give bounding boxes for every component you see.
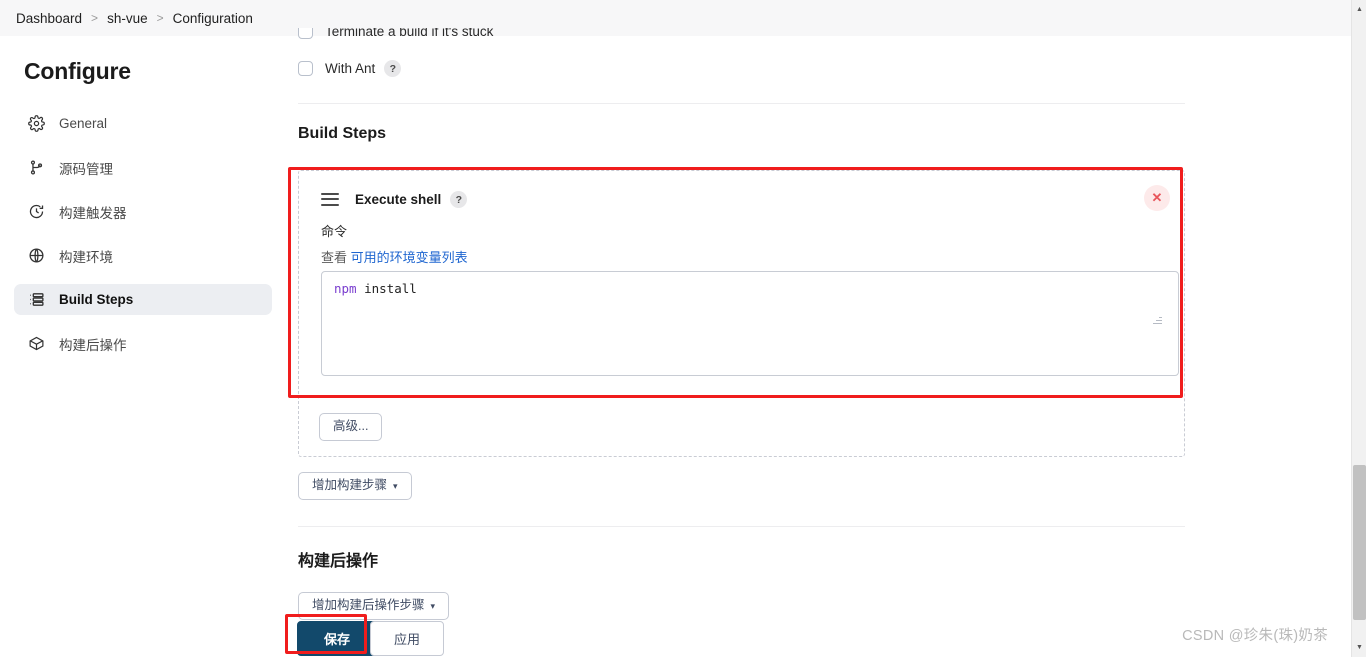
checkbox-with-ant[interactable]: With Ant ? — [298, 60, 402, 77]
post-build-heading: 构建后操作 — [298, 553, 379, 570]
sidebar: Configure General 源码管理 构建触发器 构建环境 Build … — [0, 36, 288, 657]
globe-icon — [26, 246, 46, 266]
page-title: Configure — [24, 58, 131, 84]
scroll-down-icon[interactable]: ▼ — [1352, 640, 1366, 655]
build-steps-panel: Execute shell ? ✕ 命令 查看 可用的环境变量列表 npm in… — [298, 170, 1185, 457]
add-build-step-label: 增加构建步骤 — [312, 478, 388, 492]
breadcrumb-separator: > — [156, 11, 164, 25]
env-vars-link[interactable]: 可用的环境变量列表 — [351, 250, 468, 265]
advanced-button[interactable]: 高级... — [319, 413, 383, 441]
sidebar-item-build-triggers[interactable]: 构建触发器 — [14, 196, 272, 227]
close-icon[interactable]: ✕ — [1144, 185, 1170, 211]
sidebar-nav: General 源码管理 构建触发器 构建环境 Build Steps 构建后操… — [14, 108, 272, 372]
env-vars-prefix: 查看 — [321, 250, 348, 265]
sidebar-item-label: 构建后操作 — [59, 337, 127, 353]
package-icon — [26, 334, 46, 354]
command-textarea[interactable]: npm install — [321, 271, 1179, 376]
breadcrumb-item-dashboard[interactable]: Dashboard — [16, 11, 82, 26]
breadcrumb-item-configuration[interactable]: Configuration — [173, 11, 253, 26]
chevron-down-icon: ▾ — [430, 601, 436, 611]
sidebar-item-general[interactable]: General — [14, 108, 272, 139]
branch-icon — [26, 158, 46, 178]
sidebar-item-post-build-actions[interactable]: 构建后操作 — [14, 328, 272, 359]
sidebar-item-label: 源码管理 — [59, 161, 113, 177]
add-post-build-step-label: 增加构建后操作步骤 — [312, 598, 425, 612]
clock-icon — [26, 202, 46, 222]
build-step-header: Execute shell ? — [321, 191, 468, 208]
sidebar-item-source-management[interactable]: 源码管理 — [14, 152, 272, 183]
build-step-execute-shell: Execute shell ? ✕ 命令 查看 可用的环境变量列表 npm in… — [309, 179, 1179, 386]
env-vars-line: 查看 可用的环境变量列表 — [321, 247, 468, 266]
add-post-build-step-button[interactable]: 增加构建后操作步骤 ▾ — [298, 592, 450, 620]
command-field-label: 命令 — [321, 224, 348, 239]
hamburger-icon[interactable] — [321, 193, 339, 206]
sidebar-item-label: Build Steps — [59, 292, 134, 307]
sidebar-item-build-environment[interactable]: 构建环境 — [14, 240, 272, 271]
scrollbar-thumb[interactable] — [1353, 465, 1366, 620]
command-keyword: npm — [334, 281, 357, 296]
checkbox-label: Terminate a build if it's stuck — [325, 28, 494, 39]
add-build-step-button[interactable]: 增加构建步骤 ▾ — [298, 472, 412, 500]
scrollbar-vertical[interactable]: ▲ ▼ — [1351, 0, 1366, 657]
chevron-down-icon: ▾ — [393, 481, 398, 491]
watermark: CSDN @珍朱(珠)奶茶 — [1182, 628, 1328, 644]
save-button[interactable]: 保存 — [297, 621, 378, 656]
help-icon[interactable]: ? — [450, 191, 468, 208]
list-icon — [26, 290, 46, 310]
gear-icon — [26, 114, 46, 134]
build-steps-heading: Build Steps — [298, 125, 387, 142]
breadcrumb-separator: > — [91, 11, 99, 25]
breadcrumb-item-project[interactable]: sh-vue — [107, 11, 148, 26]
sidebar-item-label: 构建环境 — [59, 249, 113, 265]
sidebar-item-label: General — [59, 116, 108, 131]
checkbox-terminate-stuck[interactable]: Terminate a build if it's stuck — [298, 28, 493, 39]
checkbox-box[interactable] — [298, 61, 313, 76]
sidebar-item-label: 构建触发器 — [59, 205, 127, 221]
scroll-up-icon[interactable]: ▲ — [1352, 2, 1366, 17]
build-step-title: Execute shell — [355, 192, 442, 207]
divider — [298, 526, 1185, 527]
checkbox-label: With Ant — [325, 61, 376, 76]
sidebar-item-build-steps[interactable]: Build Steps — [14, 284, 272, 315]
command-rest: install — [356, 281, 417, 296]
checkbox-row-terminate-clipped: Terminate a build if it's stuck — [288, 28, 1351, 50]
help-icon[interactable]: ? — [384, 60, 402, 77]
apply-button[interactable]: 应用 — [370, 621, 445, 656]
checkbox-box[interactable] — [298, 28, 313, 39]
app-root: Dashboard > sh-vue > Configuration Confi… — [0, 0, 1366, 657]
divider — [298, 103, 1185, 104]
